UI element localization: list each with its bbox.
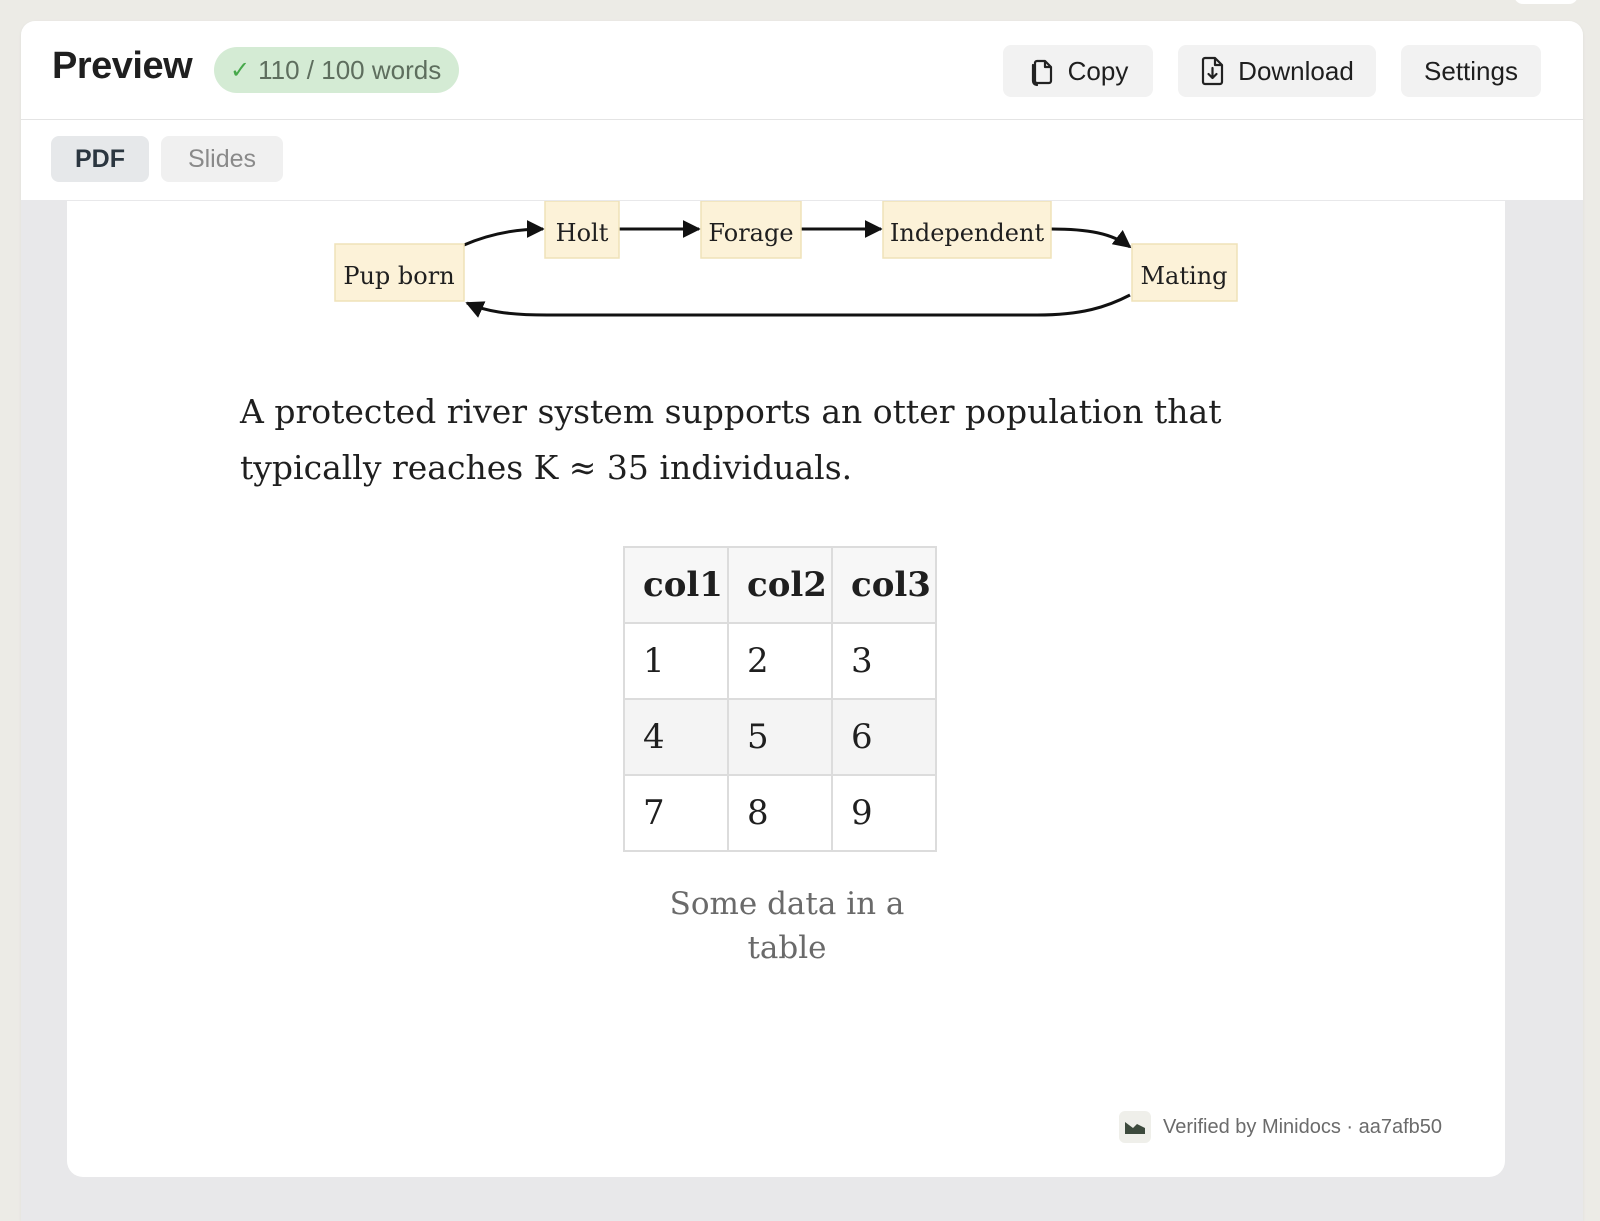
window-corner-decoration [1514,0,1578,4]
table-cell: 6 [831,698,937,776]
node-mating-label: Mating [1140,262,1227,290]
node-pup-born-label: Pup born [343,262,454,290]
copy-label: Copy [1067,55,1129,86]
verified-footer[interactable]: Verified by Minidocs · aa7afb50 [1119,1111,1442,1143]
edge-pup-born-holt [463,220,545,247]
edge-independent-mating [1050,227,1132,249]
table-header-cell: col2 [727,546,833,624]
preview-header: Preview ✓ 110 / 100 words Copy Download … [21,21,1583,120]
table-row: 1 2 3 [623,622,937,700]
table-cell: 3 [831,622,937,700]
word-count-label: 110 / 100 words [258,54,442,85]
settings-button[interactable]: Settings [1401,45,1541,97]
document-page: Pup born Holt Forage Independent Mating … [67,201,1505,1177]
table-cell: 4 [623,698,729,776]
verified-label: Verified by Minidocs · aa7afb50 [1163,1115,1443,1138]
table-cell: 9 [831,774,937,852]
table-cell: 5 [727,698,833,776]
view-tabs: PDF Slides [21,120,1583,200]
node-independent: Independent [882,201,1052,259]
tab-slides[interactable]: Slides [161,136,283,182]
edge-mating-pup-born [465,293,1131,318]
lifecycle-diagram: Pup born Holt Forage Independent Mating [334,201,1238,318]
table-header-row: col1 col2 col3 [623,546,937,624]
body-paragraph: A protected river system supports an ott… [240,392,1222,487]
table-cell: 7 [623,774,729,852]
table-cell: 8 [727,774,833,852]
node-pup-born: Pup born [334,243,465,302]
download-button[interactable]: Download [1178,45,1376,97]
copy-button[interactable]: Copy [1003,45,1153,97]
node-mating: Mating [1131,243,1238,302]
table-row: 7 8 9 [623,774,937,852]
node-forage-label: Forage [708,219,793,247]
page-title: Preview [52,45,193,87]
table-caption: Some data in a table [669,886,905,966]
table-cell: 2 [727,622,833,700]
settings-label: Settings [1424,55,1518,86]
minidocs-logo-icon [1119,1111,1151,1143]
check-icon: ✓ [230,56,251,84]
word-count-badge: ✓ 110 / 100 words [214,47,460,93]
table-cell: 1 [623,622,729,700]
node-independent-label: Independent [890,219,1045,247]
data-table: col1 col2 col3 1 2 3 4 5 6 7 8 9 [623,546,937,852]
node-holt: Holt [544,201,620,259]
node-holt-label: Holt [556,219,609,247]
copy-icon [1028,55,1056,87]
table-header-cell: col1 [623,546,729,624]
table-header-cell: col3 [831,546,937,624]
preview-window: Preview ✓ 110 / 100 words Copy Download … [21,21,1583,1221]
table-row: 4 5 6 [623,698,937,776]
tab-pdf[interactable]: PDF [51,136,149,182]
download-icon [1200,55,1226,87]
download-label: Download [1238,55,1354,86]
node-forage: Forage [700,201,802,259]
